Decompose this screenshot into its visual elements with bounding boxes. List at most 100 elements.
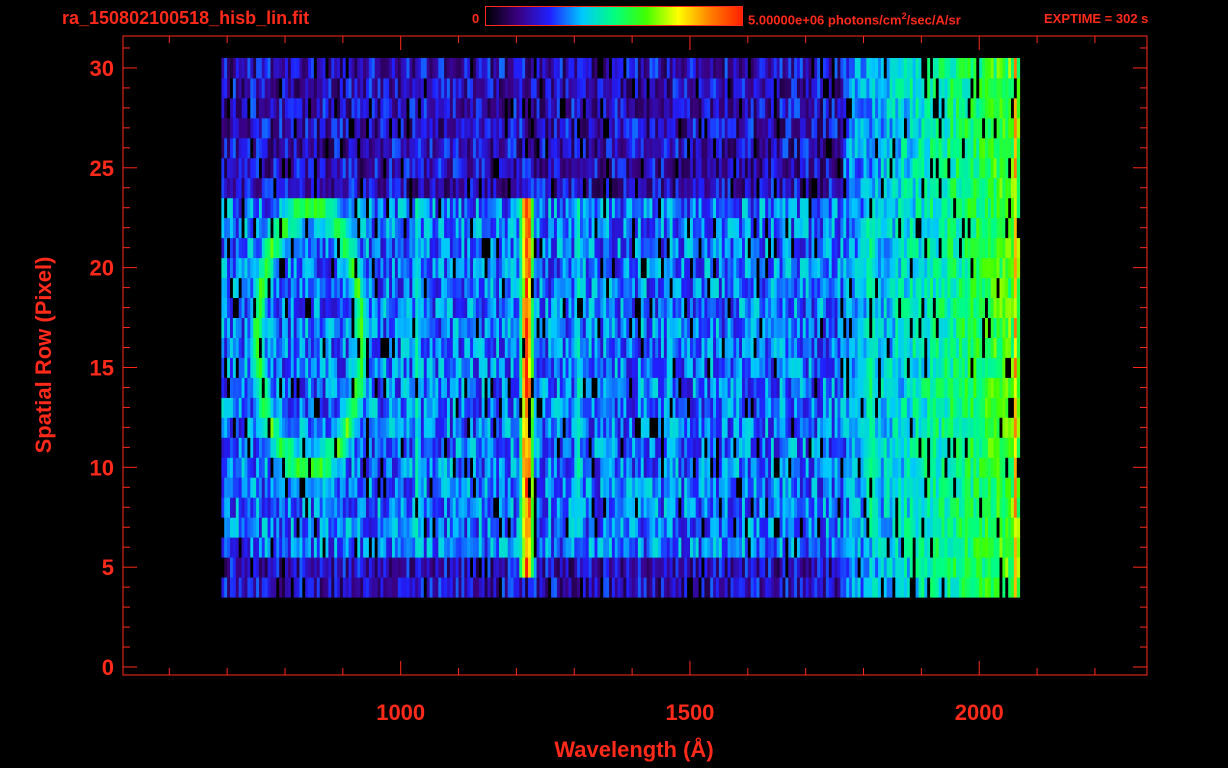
heatmap-cell bbox=[400, 237, 404, 259]
heatmap-cell bbox=[609, 517, 613, 538]
heatmap-cell bbox=[753, 577, 757, 598]
heatmap-cell bbox=[1011, 477, 1015, 498]
heatmap-cell bbox=[342, 297, 347, 318]
heatmap-cell bbox=[588, 577, 592, 598]
heatmap-cell bbox=[241, 537, 245, 558]
heatmap-cell bbox=[756, 477, 760, 498]
heatmap-cell bbox=[799, 397, 804, 418]
heatmap-cell bbox=[293, 237, 297, 259]
heatmap-cell bbox=[901, 317, 905, 338]
heatmap-cell bbox=[843, 537, 847, 558]
heatmap-cell bbox=[935, 417, 940, 438]
heatmap-cell bbox=[542, 457, 546, 478]
heatmap-cell bbox=[762, 317, 766, 338]
heatmap-cell bbox=[322, 237, 326, 259]
heatmap-cell bbox=[562, 517, 566, 538]
heatmap-cell bbox=[253, 397, 257, 418]
heatmap-cell bbox=[232, 317, 237, 338]
heatmap-cell bbox=[904, 317, 908, 338]
heatmap-cell bbox=[938, 457, 942, 478]
heatmap-cell bbox=[661, 297, 665, 318]
heatmap-cell bbox=[1005, 297, 1009, 318]
heatmap-cell bbox=[403, 537, 407, 558]
heatmap-cell bbox=[449, 437, 454, 458]
heatmap-cell bbox=[397, 257, 402, 279]
heatmap-cell bbox=[389, 517, 393, 538]
heatmap-cell bbox=[400, 317, 404, 338]
heatmap-cell bbox=[785, 437, 789, 458]
heatmap-cell bbox=[941, 417, 945, 438]
heatmap-cell bbox=[1005, 237, 1009, 259]
heatmap-cell bbox=[620, 377, 624, 398]
heatmap-cell bbox=[273, 537, 277, 558]
heatmap-cell bbox=[901, 437, 905, 458]
heatmap-cell bbox=[606, 557, 610, 578]
heatmap-cell bbox=[507, 557, 511, 578]
heatmap-cell bbox=[724, 357, 728, 378]
heatmap-cell bbox=[609, 377, 613, 398]
heatmap-cell bbox=[285, 237, 289, 259]
heatmap-cell bbox=[701, 257, 705, 279]
heatmap-cell bbox=[380, 517, 384, 538]
heatmap-cell bbox=[924, 397, 928, 418]
heatmap-cell bbox=[556, 237, 561, 259]
heatmap-cell bbox=[869, 557, 873, 578]
heatmap-cell bbox=[820, 537, 824, 558]
heatmap-cell bbox=[389, 397, 393, 418]
heatmap-cell bbox=[710, 277, 714, 298]
heatmap-cell bbox=[322, 557, 326, 578]
heatmap-cell bbox=[831, 337, 835, 358]
heatmap-cell bbox=[727, 557, 731, 578]
heatmap-cell bbox=[481, 517, 485, 538]
heatmap-cell bbox=[348, 237, 352, 259]
heatmap-cell bbox=[444, 357, 448, 378]
heatmap-cell bbox=[368, 557, 373, 578]
heatmap-cell bbox=[548, 237, 552, 259]
heatmap-cell bbox=[392, 497, 396, 518]
heatmap-cell bbox=[918, 457, 922, 478]
heatmap-cell bbox=[397, 517, 402, 538]
heatmap-cell bbox=[461, 577, 465, 598]
heatmap-cell bbox=[912, 577, 916, 598]
heatmap-cell bbox=[661, 517, 665, 538]
heatmap-cell bbox=[603, 297, 607, 318]
heatmap-cell bbox=[420, 517, 425, 538]
heatmap-cell bbox=[834, 437, 838, 458]
heatmap-cell bbox=[863, 497, 867, 518]
heatmap-cell bbox=[869, 297, 873, 318]
heatmap-cell bbox=[799, 457, 804, 478]
heatmap-cell bbox=[562, 437, 566, 458]
heatmap-cell bbox=[747, 497, 752, 518]
heatmap-cell bbox=[380, 317, 384, 338]
heatmap-cell bbox=[794, 417, 798, 438]
heatmap-cell bbox=[898, 397, 902, 418]
heatmap-cell bbox=[530, 537, 535, 558]
heatmap-cell bbox=[487, 237, 491, 259]
heatmap-cell bbox=[895, 557, 899, 578]
heatmap-cell bbox=[681, 457, 685, 478]
heatmap-cell bbox=[927, 377, 931, 398]
heatmap-cell bbox=[600, 257, 604, 279]
heatmap-cell bbox=[840, 237, 844, 259]
heatmap-cell bbox=[941, 377, 945, 398]
heatmap-cell bbox=[334, 537, 338, 558]
heatmap-cell bbox=[585, 537, 590, 558]
heatmap-cell bbox=[559, 357, 564, 378]
heatmap-cell bbox=[279, 537, 283, 558]
heatmap-cell bbox=[982, 457, 986, 478]
heatmap-cell bbox=[675, 377, 679, 398]
heatmap-cell bbox=[250, 277, 254, 298]
heatmap-cell bbox=[585, 257, 590, 279]
heatmap-cell bbox=[513, 437, 517, 458]
heatmap-cell bbox=[924, 357, 928, 378]
heatmap-cell bbox=[666, 357, 671, 378]
heatmap-cell bbox=[235, 457, 240, 478]
heatmap-cell bbox=[872, 317, 876, 338]
heatmap-cell bbox=[779, 377, 783, 398]
heatmap-cell bbox=[901, 557, 905, 578]
heatmap-cell bbox=[392, 517, 396, 538]
heatmap-cell bbox=[470, 577, 474, 598]
heatmap-cell bbox=[392, 337, 396, 358]
heatmap-cell bbox=[860, 537, 864, 558]
heatmap-cell bbox=[473, 497, 477, 518]
